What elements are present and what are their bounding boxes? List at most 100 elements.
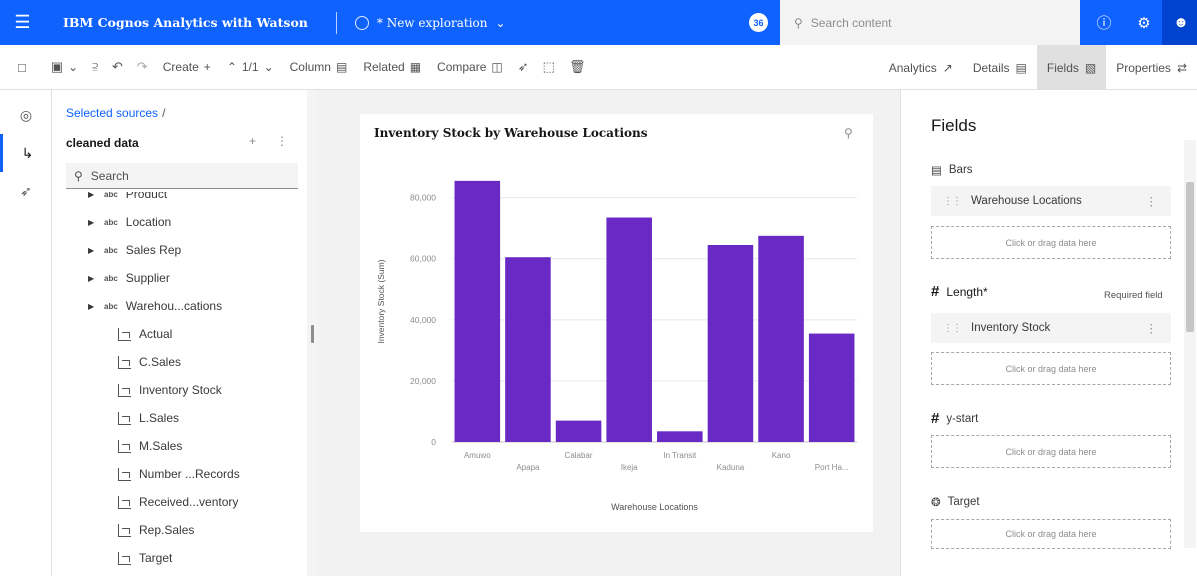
x-tick-label: Port Ha... [815,463,849,472]
redo-icon[interactable]: ↷ [130,45,155,90]
analytics-icon: ↗ [942,60,953,75]
undo-icon[interactable]: ↶ [105,45,130,90]
tree-item[interactable]: M.Sales [118,432,182,460]
expand-icon[interactable]: ▶ [88,192,96,199]
pin-icon[interactable]: ➶ [0,172,52,210]
field-chip-warehouse-locations[interactable]: ⋮⋮ Warehouse Locations ⋮ [931,186,1171,216]
column-button[interactable]: Column ▤ [282,45,356,90]
bar[interactable] [505,257,551,442]
tree-item-label: Received...ventory [139,495,239,509]
tree-item[interactable]: Received...ventory [118,488,238,516]
expand-icon[interactable]: ▶ [88,302,96,311]
overflow-menu-icon[interactable]: ⋮ [1146,194,1158,208]
attribute-icon: abc [104,301,118,311]
tree-item[interactable]: ▶ abc Product [88,192,167,208]
create-label: Create [162,60,199,74]
tree-item[interactable]: Number ...Records [118,460,240,488]
tree-item-label: L.Sales [139,411,180,425]
save-icon[interactable]: ▣ ⌄ [33,45,85,90]
breadcrumb[interactable]: Selected sources / [66,106,165,120]
bars-drop-zone[interactable]: Click or drag data here [931,226,1171,259]
bar[interactable] [707,244,754,442]
delete-icon[interactable]: 🗑 [562,45,593,90]
share-icon[interactable]: ⫆ [85,45,105,90]
add-icon[interactable]: + [249,134,256,148]
tab-details[interactable]: Details ▤ [963,45,1037,90]
expand-icon[interactable]: ▶ [88,246,96,255]
bar[interactable] [808,333,855,442]
measure-icon [118,439,131,453]
target-drop-zone[interactable]: Click or drag data here [931,519,1171,549]
tree-item[interactable]: Target [118,544,172,572]
data-sources-icon[interactable]: ◎ [0,96,52,134]
expand-icon[interactable]: ▶ [88,274,96,283]
bar[interactable] [606,217,652,442]
ystart-drop-zone[interactable]: Click or drag data here [931,435,1171,468]
x-tick-label: Amuwo [464,451,491,460]
compare-label: Compare [437,60,487,74]
chart-card[interactable]: 0 20,000 40,000 60,000 80,000 Amuwo Apapa Calab… [360,114,873,532]
drag-handle-icon[interactable]: ⋮⋮ [943,196,962,207]
tree-item[interactable]: ▶ abc Supplier [88,264,170,292]
section-label: y-start [946,412,979,425]
required-field-label: Required field [1104,290,1163,301]
tree-item[interactable]: ▶ abc Warehou...cations [88,292,222,320]
tree-item[interactable]: L.Sales [118,404,179,432]
tree-item[interactable]: ▶ abc Location [88,208,171,236]
breadcrumb-link[interactable]: Selected sources [66,106,158,120]
compare-button[interactable]: Compare ◫ [429,45,511,90]
select-icon[interactable]: ⬚ [536,45,562,90]
overflow-menu-icon[interactable]: ⋮ [276,134,288,148]
tree-item[interactable]: Rep.Sales [118,516,194,544]
tree-item[interactable]: Inventory Stock [118,376,222,404]
length-drop-zone[interactable]: Click or drag data here [931,352,1171,385]
exploration-switcher[interactable]: * New exploration ⌄ [354,15,506,30]
search-input[interactable]: ⚲ Search content [780,0,1080,45]
bar[interactable] [657,431,703,442]
column-label: Column [289,60,331,74]
tree-item[interactable]: C.Sales [118,348,181,376]
user-badge[interactable]: 36 [749,13,768,32]
help-icon[interactable]: ⓘ [1085,0,1123,45]
top-bar: ☰ IBM Cognos Analytics with Watson * New… [0,0,1197,45]
related-label: Related [363,60,405,74]
tab-properties[interactable]: Properties ⇄ [1106,45,1197,90]
attribute-icon: abc [104,245,118,255]
drag-handle-icon[interactable]: ⋮⋮ [943,323,962,334]
measure-icon [118,495,131,509]
compare-icon: ◫ [491,60,503,74]
panel-title: Fields [931,116,977,135]
y-tick-label: 20,000 [410,376,436,386]
menu-icon[interactable]: ☰ [0,0,45,45]
tab-fields[interactable]: Fields ▧ [1036,45,1107,90]
tree-item[interactable]: Actual [118,320,172,348]
related-button[interactable]: Related ▦ [355,45,429,90]
field-chip-inventory-stock[interactable]: ⋮⋮ Inventory Stock ⋮ [931,313,1171,343]
column-chart-icon: ▤ [335,60,348,74]
notification-icon[interactable]: ⚙ [1125,0,1163,45]
measure-icon [118,523,131,537]
user-icon[interactable]: ☻ [1162,0,1197,45]
tree-item[interactable]: ▶ abc Sales Rep [88,236,181,264]
tab-label: Analytics [888,60,937,75]
overflow-menu-icon[interactable]: ⋮ [1146,321,1158,335]
page-selector[interactable]: ⌃ 1/1 ⌄ [219,45,282,90]
expand-icon[interactable]: ▶ [88,218,96,227]
scrollbar-thumb[interactable] [1186,182,1194,332]
chip-label: Warehouse Locations [971,195,1082,207]
create-button[interactable]: Create + [155,45,219,90]
tab-analytics[interactable]: Analytics ↗ [879,45,963,90]
source-search-input[interactable]: ⚲ Search [66,163,298,189]
bar[interactable] [758,235,804,442]
dataset-name: cleaned data [66,136,139,150]
panel-resize-handle[interactable] [311,325,314,343]
fields-tree-icon[interactable]: ↳ [0,134,52,172]
comment-icon[interactable]: □ [0,45,33,90]
bar[interactable] [555,420,602,442]
tab-label: Fields [1046,60,1079,75]
pin-icon[interactable]: ➶ [511,45,536,90]
lightbulb-icon[interactable]: ⚲ [844,126,853,140]
exploration-title: * New exploration [376,15,488,30]
bar[interactable] [454,180,501,442]
dataset-actions: + ⋮ [249,134,288,148]
